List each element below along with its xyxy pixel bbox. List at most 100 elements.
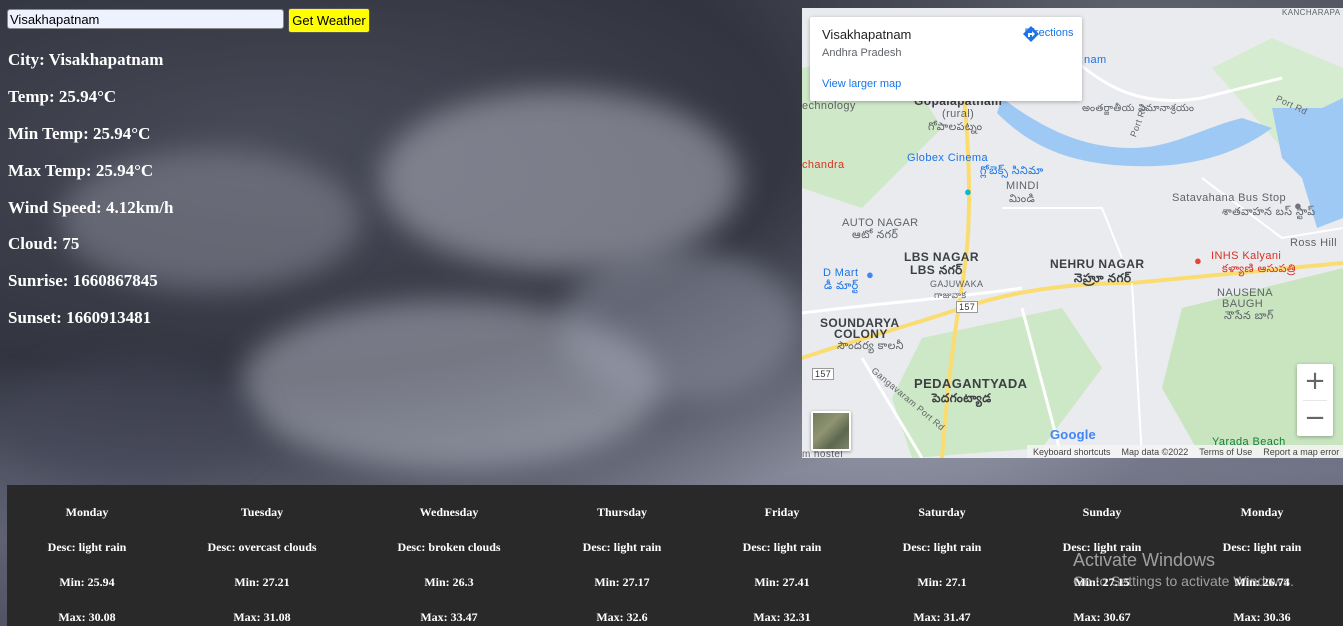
watermark-subtitle: Go to Settings to activate Windows. [1073,573,1294,589]
map-label-mindi-te: మిండి [1009,193,1036,205]
view-larger-map-link[interactable]: View larger map [822,78,901,90]
map-place-region: Andhra Pradesh [822,47,902,59]
forecast-desc: Desc: light rain [742,540,822,554]
map-label-colony: COLONY [834,327,888,341]
forecast-day: Thursday Desc: light rain Min: 27.17 Max… [542,485,702,626]
forecast-max: Max: 30.67 [1073,610,1131,624]
forecast-day-name: Thursday [596,505,648,519]
map-label-kancharapalem: KANCHARAPA [1282,8,1341,17]
map-label-dmart-te: డీ మార్ట్ [824,280,859,292]
route-157-shield: 157 [956,301,979,313]
forecast-max: Max: 30.36 [1233,610,1291,624]
map-label-technology: echnology [802,100,856,112]
forecast-min: Min: 27.1 [917,575,967,589]
forecast-min: Min: 26.3 [424,575,474,589]
forecast-min: Min: 25.94 [59,575,115,589]
zoom-out-button[interactable]: − [1297,401,1333,437]
hospital-pin-icon: ● [1194,253,1203,268]
map-label-ross-hill: Ross Hill [1290,237,1337,249]
google-logo: Google [1050,427,1096,442]
report-map-error-link[interactable]: Report a map error [1263,447,1339,457]
sunrise-label: Sunrise: 1660867845 [8,271,158,290]
directions-icon [1023,26,1039,42]
forecast-max: Max: 32.31 [753,610,811,624]
forecast-desc: Desc: light rain [902,540,982,554]
city-label: City: Visakhapatnam [8,50,164,69]
map-label-gajuwaka: GAJUWAKA [930,279,984,289]
zoom-controls: + − [1297,364,1333,436]
map-label-gopalapatnam-te: గోపాలపట్నం [928,121,983,133]
forecast-max: Max: 32.6 [596,610,648,624]
map-label-auto-nagar-te: ఆటో నగర్ [852,229,899,241]
forecast-min: Min: 27.41 [754,575,810,589]
forecast-day-name: Tuesday [240,505,284,519]
sunset-label: Sunset: 1660913481 [8,308,152,327]
zoom-in-button[interactable]: + [1297,364,1333,400]
forecast-max: Max: 30.08 [58,610,116,624]
map-label-baugh: BAUGH [1222,298,1264,310]
cloud-label: Cloud: 75 [8,234,80,253]
forecast-day-name: Monday [65,505,109,519]
forecast-desc: Desc: overcast clouds [207,540,317,554]
map-label-nausena-te: నౌసేన బాగ్ [1224,310,1274,322]
forecast-min: Min: 27.21 [234,575,290,589]
activate-windows-watermark: Activate Windows Go to Settings to activ… [1073,550,1294,589]
forecast-day-name: Monday [1240,505,1284,519]
forecast-day: Monday Desc: light rain Min: 25.94 Max: … [7,485,167,626]
forecast-day-name: Saturday [918,505,966,519]
watermark-title: Activate Windows [1073,550,1216,570]
embedded-map[interactable]: Gopalapatnam (rural) గోపాలపట్నం echnolog… [802,8,1343,458]
map-label-inhs-te: కళ్యాణి ఆసుపత్రి [1222,263,1296,275]
map-label-pedagantyada: PEDAGANTYADA [914,376,1028,391]
map-label-lbs-nagar: LBS NAGAR [904,250,979,264]
satellite-view-toggle[interactable] [811,411,851,451]
map-data-attribution: Map data ©2022 [1121,447,1189,457]
background-cloud [0,360,260,480]
background-cloud [240,300,660,470]
map-label-pedagantyada-te: పెదగంట్యాడ [932,391,992,405]
map-footer: Keyboard shortcuts Map data ©2022 Terms … [1027,445,1343,458]
map-label-nehru-nagar: NEHRU NAGAR [1050,257,1145,271]
map-label-soundarya-te: సౌందర్య కాలనీ [837,340,904,352]
google-logo-text: Google [1050,427,1096,442]
route-157-shield-2: 157 [812,368,835,380]
terms-of-use-link[interactable]: Terms of Use [1199,447,1252,457]
forecast-day-name: Wednesday [419,505,479,519]
shopping-pin-icon: ● [866,267,875,282]
forecast-day: Friday Desc: light rain Min: 27.41 Max: … [702,485,862,626]
keyboard-shortcuts-link[interactable]: Keyboard shortcuts [1033,447,1111,457]
background-cloud [560,250,800,400]
directions-button[interactable]: Directions [1022,25,1076,42]
map-place-card: Visakhapatnam Andhra Pradesh View larger… [810,17,1082,101]
min-temp-label: Min Temp: 25.94°C [8,124,151,143]
map-label-rural: (rural) [942,108,975,120]
map-label-auto-nagar: AUTO NAGAR [842,217,919,229]
forecast-max: Max: 31.47 [913,610,971,624]
forecast-day: Tuesday Desc: overcast clouds Min: 27.21… [182,485,342,626]
map-label-inhs-kalyani: INHS Kalyani [1211,250,1282,262]
map-label-chandra: chandra [802,159,845,171]
temp-label: Temp: 25.94°C [8,87,117,106]
map-label-dmart: D Mart [823,267,859,279]
forecast-desc: Desc: broken clouds [397,540,501,554]
forecast-day: Wednesday Desc: broken clouds Min: 26.3 … [369,485,529,626]
forecast-desc: Desc: light rain [582,540,662,554]
map-label-nam: nam [1084,54,1107,66]
forecast-max: Max: 33.47 [420,610,478,624]
forecast-day-name: Friday [764,505,800,519]
map-label-globex-te: గ్లోబెక్స్ సినిమా [980,165,1044,177]
map-label-mindi: MINDI [1006,180,1040,192]
forecast-day-name: Sunday [1082,505,1122,519]
forecast-desc: Desc: light rain [47,540,127,554]
map-place-name: Visakhapatnam [822,27,912,42]
forecast-min: Min: 27.17 [594,575,650,589]
get-weather-button[interactable]: Get Weather [288,8,370,33]
wind-speed-label: Wind Speed: 4.12km/h [8,198,174,217]
cinema-pin-icon: ● [964,184,973,199]
bus-stop-pin-icon: ● [1294,198,1303,213]
background-cloud [380,90,740,270]
forecast-day: Saturday Desc: light rain Min: 27.1 Max:… [862,485,1022,626]
map-label-nehru-nagar-te: నెహ్రూ నగర్ [1074,271,1132,285]
city-search-input[interactable] [7,9,284,29]
forecast-max: Max: 31.08 [233,610,291,624]
